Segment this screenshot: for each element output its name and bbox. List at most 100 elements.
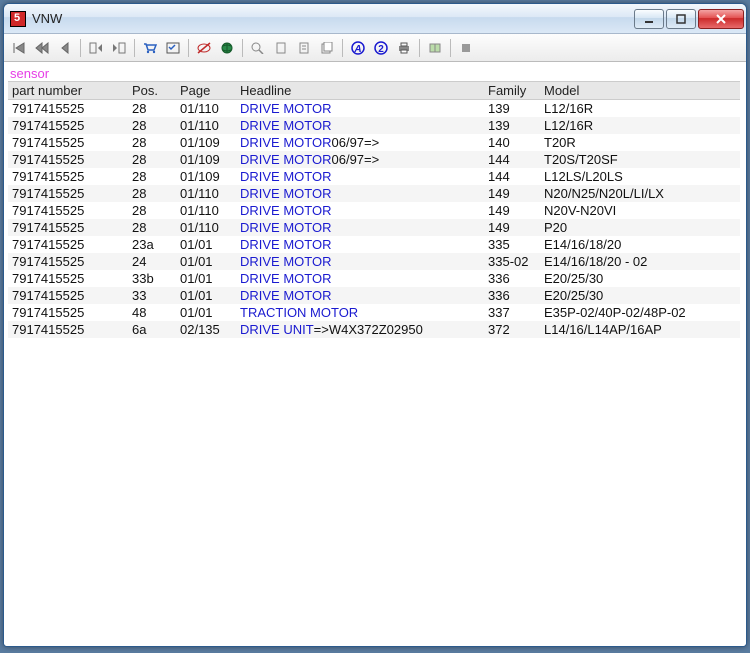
cell-part: 7917415525 [8,134,128,151]
cell-part: 7917415525 [8,168,128,185]
letter-a-icon[interactable]: A [347,37,369,59]
bookmark-next-icon[interactable] [108,37,130,59]
cell-family: 139 [484,100,540,118]
table-row[interactable]: 79174155256a02/135DRIVE UNIT=>W4X372Z029… [8,321,740,338]
headline-link[interactable]: TRACTION MOTOR [240,305,358,320]
cell-model: T20R [540,134,740,151]
headline-link[interactable]: DRIVE MOTOR [240,169,332,184]
cart-icon[interactable] [139,37,161,59]
cell-family: 372 [484,321,540,338]
col-pos-header[interactable]: Pos. [128,82,176,100]
cell-family: 149 [484,185,540,202]
globe-icon[interactable] [216,37,238,59]
cell-headline: DRIVE MOTOR [236,185,484,202]
col-part-header[interactable]: part number [8,82,128,100]
cell-pos: 24 [128,253,176,270]
cell-pos: 6a [128,321,176,338]
cell-part: 7917415525 [8,100,128,118]
toolbar: A 2 [4,34,746,62]
headline-link[interactable]: DRIVE MOTOR [240,135,332,150]
table-row[interactable]: 79174155252801/109DRIVE MOTOR06/97=>144T… [8,151,740,168]
table-row[interactable]: 79174155252401/01DRIVE MOTOR335-02E14/16… [8,253,740,270]
cell-family: 336 [484,287,540,304]
table-row[interactable]: 791741552533b01/01DRIVE MOTOR336E20/25/3… [8,270,740,287]
letter-2-icon[interactable]: 2 [370,37,392,59]
cell-family: 139 [484,117,540,134]
book-icon[interactable] [424,37,446,59]
cell-part: 7917415525 [8,219,128,236]
cell-pos: 33 [128,287,176,304]
print-icon[interactable] [393,37,415,59]
cell-family: 144 [484,151,540,168]
checklist-icon[interactable] [162,37,184,59]
table-row[interactable]: 79174155254801/01TRACTION MOTOR337E35P-0… [8,304,740,321]
headline-link[interactable]: DRIVE MOTOR [240,220,332,235]
table-row[interactable]: 79174155252801/110DRIVE MOTOR139L12/16R [8,117,740,134]
results-table: part number Pos. Page Headline Family Mo… [8,81,740,338]
headline-link[interactable]: DRIVE MOTOR [240,203,332,218]
cell-page: 01/109 [176,168,236,185]
cell-headline: DRIVE MOTOR [236,287,484,304]
cell-page: 02/135 [176,321,236,338]
cell-model: P20 [540,219,740,236]
cell-part: 7917415525 [8,185,128,202]
headline-link[interactable]: DRIVE MOTOR [240,101,332,116]
cell-page: 01/01 [176,270,236,287]
close-button[interactable] [698,9,744,29]
col-family-header[interactable]: Family [484,82,540,100]
table-row[interactable]: 79174155252801/110DRIVE MOTOR149N20V-N20… [8,202,740,219]
eye-off-icon[interactable] [193,37,215,59]
table-row[interactable]: 79174155253301/01DRIVE MOTOR336E20/25/30 [8,287,740,304]
cell-model: N20V-N20VI [540,202,740,219]
headline-link[interactable]: DRIVE MOTOR [240,271,332,286]
cell-headline: DRIVE MOTOR [236,202,484,219]
prev-icon[interactable] [54,37,76,59]
cell-part: 7917415525 [8,151,128,168]
table-row[interactable]: 79174155252801/109DRIVE MOTOR144L12LS/L2… [8,168,740,185]
cell-page: 01/110 [176,117,236,134]
first-icon[interactable] [8,37,30,59]
headline-link[interactable]: DRIVE MOTOR [240,118,332,133]
bookmark-prev-icon[interactable] [85,37,107,59]
cell-family: 140 [484,134,540,151]
col-headline-header[interactable]: Headline [236,82,484,100]
cell-part: 7917415525 [8,253,128,270]
filter-text: sensor [8,64,740,81]
cell-page: 01/01 [176,253,236,270]
headline-link[interactable]: DRIVE MOTOR [240,254,332,269]
stop-icon[interactable] [455,37,477,59]
col-model-header[interactable]: Model [540,82,740,100]
cell-part: 7917415525 [8,117,128,134]
headline-link[interactable]: DRIVE UNIT [240,322,314,337]
headline-link[interactable]: DRIVE MOTOR [240,186,332,201]
cell-family: 149 [484,202,540,219]
cell-headline: DRIVE MOTOR06/97=> [236,134,484,151]
table-row[interactable]: 79174155252801/110DRIVE MOTOR149N20/N25/… [8,185,740,202]
cell-model: E20/25/30 [540,270,740,287]
col-page-header[interactable]: Page [176,82,236,100]
cell-family: 335 [484,236,540,253]
page3-icon[interactable] [316,37,338,59]
table-row[interactable]: 79174155252801/109DRIVE MOTOR06/97=>140T… [8,134,740,151]
prev-set-icon[interactable] [31,37,53,59]
table-row[interactable]: 79174155252801/110DRIVE MOTOR139L12/16R [8,100,740,118]
cell-pos: 28 [128,185,176,202]
zoom-icon[interactable] [247,37,269,59]
headline-link[interactable]: DRIVE MOTOR [240,152,332,167]
cell-model: E35P-02/40P-02/48P-02 [540,304,740,321]
maximize-button[interactable] [666,9,696,29]
headline-link[interactable]: DRIVE MOTOR [240,288,332,303]
cell-model: L12LS/L20LS [540,168,740,185]
table-row[interactable]: 791741552523a01/01DRIVE MOTOR335E14/16/1… [8,236,740,253]
headline-link[interactable]: DRIVE MOTOR [240,237,332,252]
cell-headline: DRIVE MOTOR [236,236,484,253]
page2-icon[interactable] [293,37,315,59]
table-row[interactable]: 79174155252801/110DRIVE MOTOR149P20 [8,219,740,236]
cell-family: 336 [484,270,540,287]
minimize-button[interactable] [634,9,664,29]
cell-pos: 28 [128,219,176,236]
cell-pos: 28 [128,100,176,118]
cell-family: 144 [484,168,540,185]
page-icon[interactable] [270,37,292,59]
cell-model: L12/16R [540,100,740,118]
